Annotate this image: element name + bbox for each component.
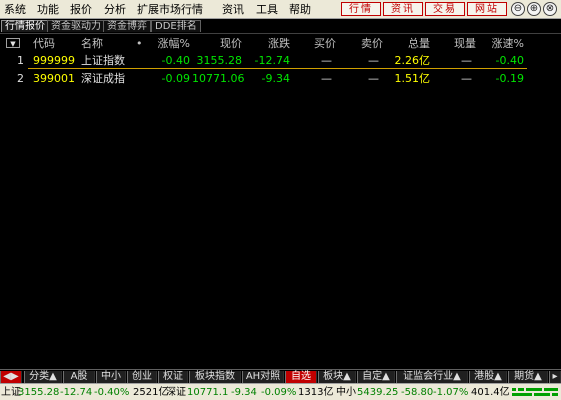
menu-bar: 系统 功能 报价 分析 扩展市场行情 资讯 工具 帮助 行情 资讯 交易 网站 … [0, 0, 561, 19]
trade-button[interactable]: 交易 [425, 2, 465, 16]
tab-sector-index[interactable]: 板块指数 [189, 371, 241, 383]
more-tabs-icon[interactable]: ▸ [549, 371, 561, 383]
change: -9.34 [261, 72, 290, 85]
current-volume: — [461, 54, 472, 67]
news-button[interactable]: 资讯 [383, 2, 423, 16]
stock-name: 上证指数 [81, 54, 125, 67]
minimize-icon[interactable]: ⊖ [511, 2, 525, 16]
sh-amount: 2521亿 [133, 387, 169, 398]
menu-function[interactable]: 功能 [37, 3, 59, 16]
table-header: ▼ 代码 名称 • 涨幅% 现价 涨跌 买价 卖价 总量 现量 涨速% [0, 36, 561, 52]
tab-dde-rank[interactable]: DDE排名 [151, 20, 201, 32]
quote-button[interactable]: 行情 [341, 2, 381, 16]
sh-change: -12.74 [60, 387, 93, 398]
tab-sectors[interactable]: 板块▲ [318, 371, 356, 383]
bid: — [321, 72, 332, 85]
tab-fund-drive[interactable]: 资金驱动力 [47, 20, 105, 32]
speed: -0.40 [495, 54, 524, 67]
tab-watchlist[interactable]: 自选 [285, 371, 317, 383]
menu-analysis[interactable]: 分析 [104, 3, 126, 16]
header-name[interactable]: 名称 [81, 37, 103, 51]
zx-price: 5439.25 [357, 387, 399, 398]
header-volume[interactable]: 总量 [390, 37, 430, 51]
sort-dropdown-icon[interactable]: ▼ [6, 38, 20, 48]
tab-csrc-industry[interactable]: 证监会行业▲ [396, 371, 468, 383]
sz-pct: -0.09% [261, 387, 297, 398]
tab-fund-game[interactable]: 资金博弈 [103, 20, 151, 32]
tab-futures[interactable]: 期货▲ [508, 371, 548, 383]
header-bid[interactable]: 买价 [296, 37, 336, 51]
header-current-volume[interactable]: 现量 [436, 37, 476, 51]
header-code[interactable]: 代码 [33, 37, 55, 51]
stock-code: 399001 [33, 72, 75, 85]
sh-price: 3155.28 [18, 387, 60, 398]
stock-code: 999999 [33, 54, 75, 67]
zx-pct: -1.07% [433, 387, 469, 398]
menu-quote[interactable]: 报价 [70, 3, 92, 16]
tab-custom[interactable]: 自定▲ [357, 371, 395, 383]
bid: — [321, 54, 332, 67]
header-ask[interactable]: 卖价 [343, 37, 383, 51]
ask: — [368, 72, 379, 85]
table-row[interactable]: 1 999999 上证指数 -0.40 3155.28 -12.74 — — 2… [0, 52, 561, 69]
sz-amount: 1313亿 [298, 387, 334, 398]
tab-hk-stocks[interactable]: 港股▲ [469, 371, 507, 383]
header-change-pct[interactable]: 涨幅% [138, 37, 190, 51]
menu-extended-market[interactable]: 扩展市场行情 [137, 3, 203, 16]
sz-price: 10771.1 [187, 387, 229, 398]
category-tabs: ◀▶ 分类▲ A股 中小 创业 权证 板块指数 AH对照 自选 板块▲ 自定▲ … [0, 369, 561, 383]
tab-a-shares[interactable]: A股 [63, 371, 95, 383]
change-pct: -0.09 [161, 72, 190, 85]
menu-news[interactable]: 资讯 [222, 3, 244, 16]
sh-pct: -0.40% [94, 387, 130, 398]
price: 10771.06 [192, 72, 245, 85]
sz-label: 深证 [166, 387, 186, 398]
zx-label: 中小 [336, 387, 356, 398]
header-speed[interactable]: 涨速% [480, 37, 524, 51]
row-index: 2 [17, 72, 24, 85]
website-button[interactable]: 网站 [467, 2, 507, 16]
header-price[interactable]: 现价 [200, 37, 242, 51]
view-tabs: 行情报价 资金驱动力 资金博弈 DDE排名 [0, 19, 561, 34]
table-row[interactable]: 2 399001 深证成指 -0.09 10771.06 -9.34 — — 1… [0, 70, 561, 87]
tab-sme[interactable]: 中小 [96, 371, 126, 383]
scroll-left-icon[interactable]: ◀▶ [0, 371, 22, 383]
price: 3155.28 [196, 54, 243, 67]
stock-name: 深证成指 [81, 72, 125, 85]
row-index: 1 [17, 54, 24, 67]
menu-tools[interactable]: 工具 [256, 3, 278, 16]
sz-change: -9.34 [231, 387, 257, 398]
header-change[interactable]: 涨跌 [250, 37, 290, 51]
tab-chinext[interactable]: 创业 [127, 371, 157, 383]
status-bar: 上证 3155.28 -12.74 -0.40% 2521亿 深证 10771.… [0, 383, 561, 400]
zx-amount: 401.4亿 [471, 387, 510, 398]
tab-warrants[interactable]: 权证 [158, 371, 188, 383]
zx-change: -58.80 [401, 387, 434, 398]
tab-quotes[interactable]: 行情报价 [1, 20, 49, 32]
menu-system[interactable]: 系统 [4, 3, 26, 16]
change: -12.74 [254, 54, 290, 67]
speed: -0.19 [495, 72, 524, 85]
tab-ah-compare[interactable]: AH对照 [242, 371, 284, 383]
menu-help[interactable]: 帮助 [289, 3, 311, 16]
market-activity-icon[interactable] [512, 387, 558, 398]
volume: 1.51亿 [394, 72, 431, 85]
volume: 2.26亿 [394, 54, 431, 67]
current-volume: — [461, 72, 472, 85]
ask: — [368, 54, 379, 67]
close-icon[interactable]: ⊗ [543, 2, 557, 16]
change-pct: -0.40 [161, 54, 190, 67]
tab-category[interactable]: 分类▲ [24, 371, 62, 383]
maximize-icon[interactable]: ⊕ [527, 2, 541, 16]
